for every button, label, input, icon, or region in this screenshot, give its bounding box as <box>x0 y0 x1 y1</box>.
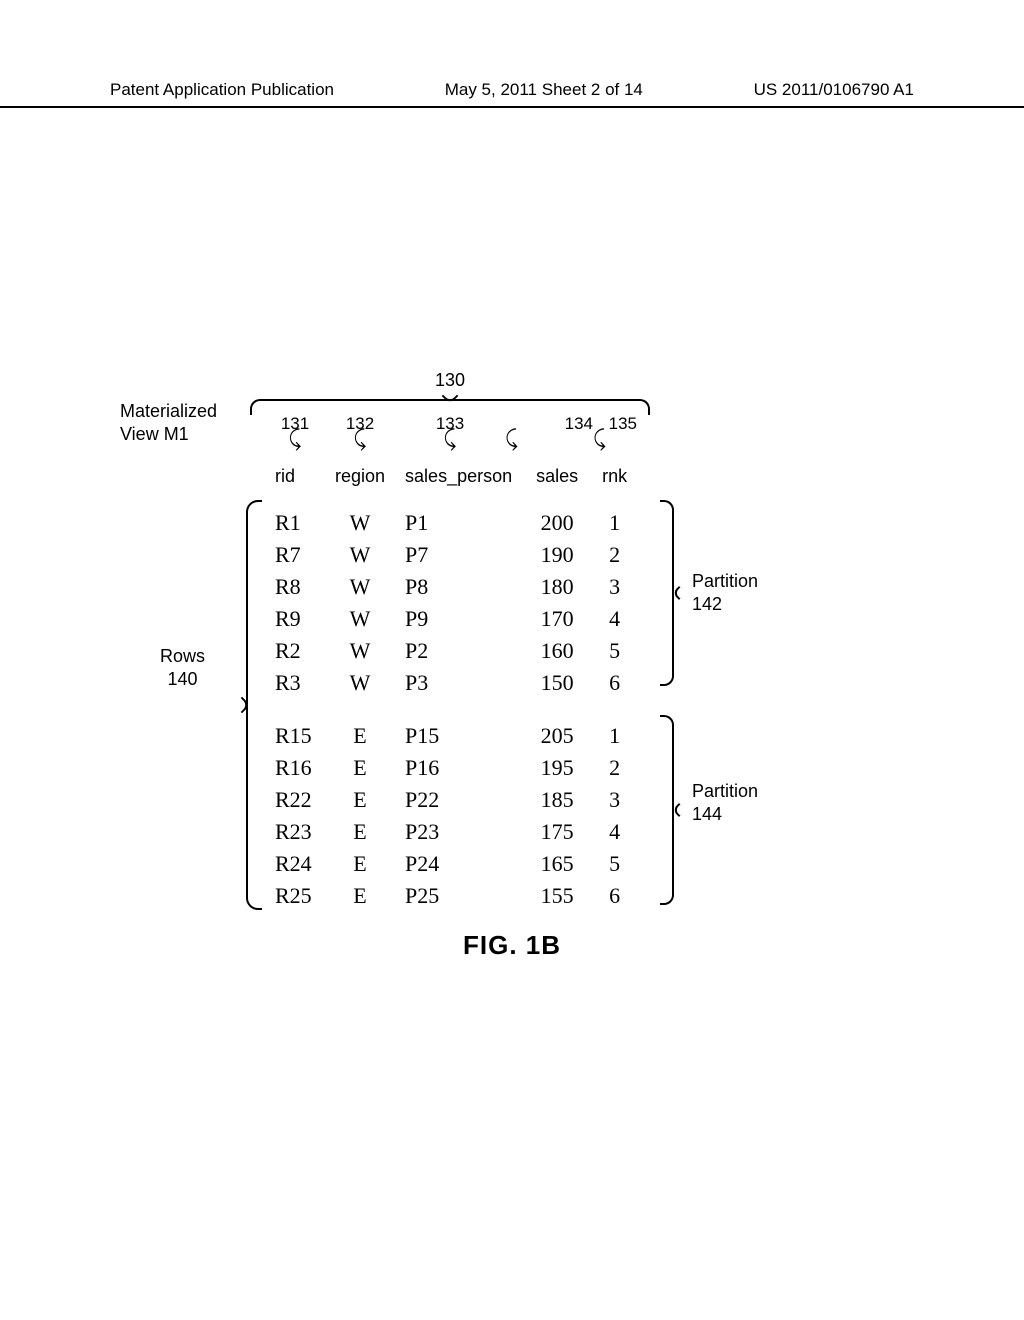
figure-caption: FIG. 1B <box>0 930 1024 961</box>
ref-hook-icon: ⤸ <box>265 432 325 446</box>
partition-142-brace-icon <box>660 500 682 686</box>
col-header-region: region <box>325 462 395 507</box>
table-row: R7WP71902 <box>265 539 637 571</box>
ref-135: 135⤸ <box>593 414 637 446</box>
ref-132: 132⤸ <box>325 414 395 446</box>
col-header-sales: sales <box>522 462 592 507</box>
column-ref-numbers: 131⤸ 132⤸ 133⤸ 134⤸ 135⤸ <box>265 414 637 446</box>
columns-brace: 130 <box>250 370 650 415</box>
rows-label-line2: 140 <box>167 669 197 689</box>
table-row: R2WP21605 <box>265 635 637 667</box>
horizontal-brace-icon <box>250 393 650 415</box>
partition-144-brace-icon <box>660 715 682 905</box>
table-row: R8WP81803 <box>265 571 637 603</box>
col-header-rnk: rnk <box>592 462 637 507</box>
table-row: R1WP12001 <box>265 507 637 539</box>
rows-brace-icon <box>238 500 262 910</box>
ref-hook-icon: ⤸ <box>593 432 637 446</box>
rows-label-line1: Rows <box>160 646 205 666</box>
partition-144-label-line2: 144 <box>692 804 722 824</box>
header-center: May 5, 2011 Sheet 2 of 14 <box>445 80 643 100</box>
partition-142-label-line2: 142 <box>692 594 722 614</box>
partition-144-label: Partition 144 <box>692 780 758 825</box>
col-header-rid: rid <box>265 462 325 507</box>
table-row: R22EP221853 <box>265 784 637 816</box>
header-right: US 2011/0106790 A1 <box>754 80 914 100</box>
rows-label: Rows 140 <box>160 645 205 690</box>
table-row: R16EP161952 <box>265 752 637 784</box>
data-table: rid region sales_person sales rnk R1WP12… <box>265 462 637 912</box>
ref-hook-icon: ⤸ <box>395 432 505 446</box>
ref-133: 133⤸ <box>395 414 505 446</box>
table-row: R3WP31506 <box>265 667 637 699</box>
ref-hook-icon: ⤸ <box>505 432 593 446</box>
header-left: Patent Application Publication <box>110 80 334 100</box>
table-row: R23EP231754 <box>265 816 637 848</box>
page-header: Patent Application Publication May 5, 20… <box>0 80 1024 108</box>
mv-label-line2: View M1 <box>120 424 189 444</box>
table-header-row: rid region sales_person sales rnk <box>265 462 637 507</box>
materialized-view-label: Materialized View M1 <box>120 400 217 445</box>
table-row: R25EP251556 <box>265 880 637 912</box>
col-header-sales-person: sales_person <box>395 462 522 507</box>
mv-label-line1: Materialized <box>120 401 217 421</box>
table-row: R24EP241655 <box>265 848 637 880</box>
ref-131: 131⤸ <box>265 414 325 446</box>
partition-142-label: Partition 142 <box>692 570 758 615</box>
partition-144-label-line1: Partition <box>692 781 758 801</box>
ref-hook-icon: ⤸ <box>325 432 395 446</box>
table-row: R15EP152051 <box>265 699 637 752</box>
ref-134: 134⤸ <box>505 414 593 446</box>
partition-142-label-line1: Partition <box>692 571 758 591</box>
table-row: R9WP91704 <box>265 603 637 635</box>
